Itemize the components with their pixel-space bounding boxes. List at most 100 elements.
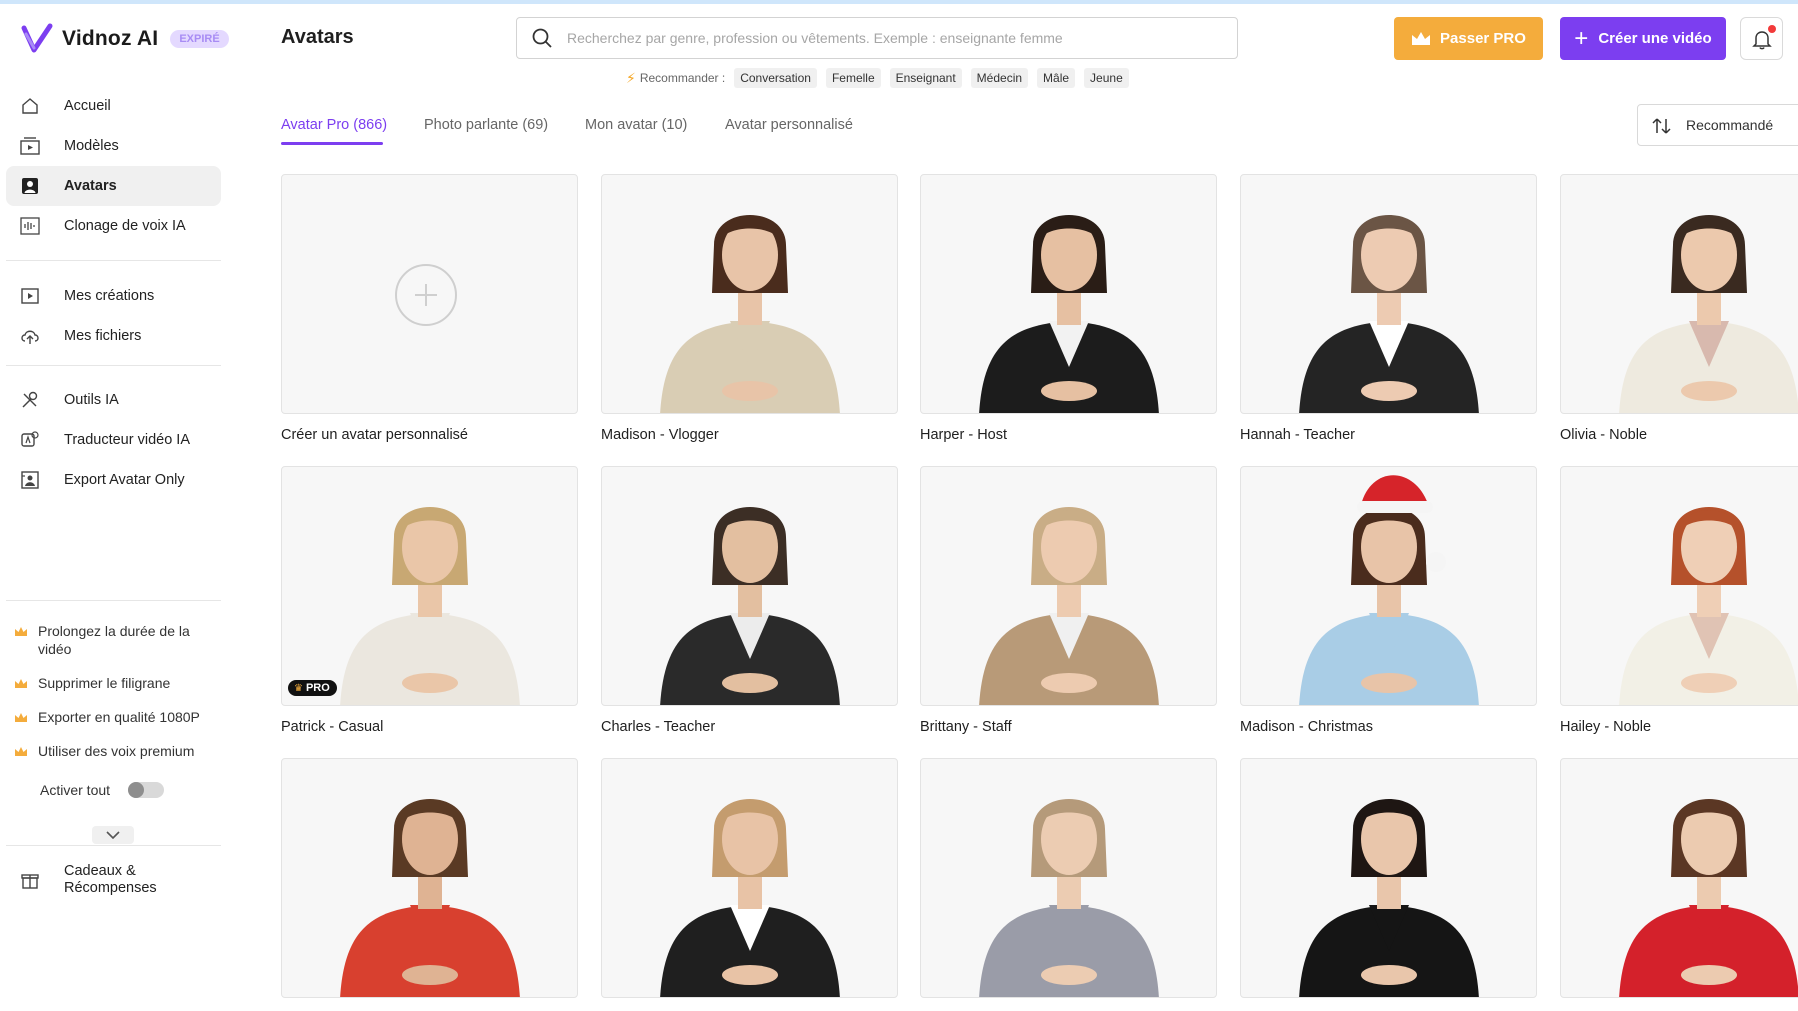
perk-item: Exporter en qualité 1080P xyxy=(14,708,219,728)
sidebar-item-mes-fichiers[interactable]: Mes fichiers xyxy=(6,316,221,356)
avatar-card[interactable] xyxy=(1240,758,1537,1011)
collapse-button[interactable] xyxy=(92,826,134,844)
play-square-icon xyxy=(18,284,42,308)
avatar-card[interactable]: ♛ PRO Patrick - Casual xyxy=(281,466,578,735)
sidebar-item-cadeaux[interactable]: Cadeaux & Récompenses xyxy=(6,856,221,904)
create-video-label: Créer une vidéo xyxy=(1598,30,1712,47)
perk-item: Supprimer le filigrane xyxy=(14,674,219,694)
crown-icon xyxy=(1412,31,1431,45)
avatar-card[interactable]: Olivia - Noble xyxy=(1560,174,1798,443)
perk-label: Utiliser des voix premium xyxy=(38,743,195,759)
crown-icon xyxy=(14,710,28,728)
recommend-row: ⚡ Recommander : Conversation Femelle Ens… xyxy=(626,68,1129,88)
sidebar-item-outils-ia[interactable]: Outils IA xyxy=(6,380,221,420)
avatar-name: Brittany - Staff xyxy=(920,719,1012,735)
brand[interactable]: Vidnoz AI EXPIRÉ xyxy=(20,20,229,58)
avatar-thumbnail[interactable]: ♛ PRO xyxy=(281,466,578,706)
export-avatar-icon xyxy=(18,468,42,492)
avatar-card[interactable] xyxy=(281,758,578,1011)
sort-dropdown[interactable]: Recommandé xyxy=(1637,104,1798,146)
avatar-card[interactable] xyxy=(920,758,1217,1011)
chip-femelle[interactable]: Femelle xyxy=(825,68,881,88)
avatar-card[interactable]: Harper - Host xyxy=(920,174,1217,443)
nav-group-gifts: Cadeaux & Récompenses xyxy=(6,856,221,904)
add-circle-icon xyxy=(395,264,457,326)
avatar-name: Hailey - Noble xyxy=(1560,719,1652,735)
search-bar xyxy=(516,17,1238,59)
avatar-name: Olivia - Noble xyxy=(1560,427,1648,443)
avatar-card[interactable]: Charles - Teacher xyxy=(601,466,898,735)
perk-item: Utiliser des voix premium xyxy=(14,742,219,762)
avatar-card[interactable] xyxy=(601,758,898,1011)
sidebar-divider xyxy=(6,260,221,261)
crown-icon xyxy=(14,676,28,694)
avatar-portrait xyxy=(979,507,1159,705)
notification-dot xyxy=(1768,25,1776,33)
create-avatar-label: Créer un avatar personnalisé xyxy=(281,427,468,443)
avatar-thumbnail[interactable] xyxy=(281,758,578,998)
avatar-thumbnail[interactable] xyxy=(601,174,898,414)
avatar-name: Madison - Christmas xyxy=(1240,719,1373,735)
avatar-thumbnail[interactable] xyxy=(601,466,898,706)
sidebar-item-export-avatar[interactable]: Export Avatar Only xyxy=(6,460,221,500)
avatar-thumbnail[interactable] xyxy=(920,174,1217,414)
sidebar-item-label: Clonage de voix IA xyxy=(64,218,186,234)
tab-mon-avatar[interactable]: Mon avatar (10) xyxy=(585,117,687,133)
activate-all-row: Activer tout xyxy=(40,782,165,798)
recommend-label: Recommander : xyxy=(639,71,726,85)
create-avatar-frame[interactable] xyxy=(281,174,578,414)
perk-label: Exporter en qualité 1080P xyxy=(38,709,200,725)
search-input[interactable] xyxy=(567,26,1217,50)
avatar-thumbnail[interactable] xyxy=(1560,174,1798,414)
avatar-thumbnail[interactable] xyxy=(1240,758,1537,998)
chip-enseignant[interactable]: Enseignant xyxy=(889,68,962,88)
sidebar-item-label: Mes fichiers xyxy=(64,328,142,344)
avatar-thumbnail[interactable] xyxy=(1560,758,1798,998)
tab-avatar-pro[interactable]: Avatar Pro (866) xyxy=(281,117,387,133)
tab-avatar-personnalise[interactable]: Avatar personnalisé xyxy=(725,117,853,133)
avatar-card[interactable]: Hannah - Teacher xyxy=(1240,174,1537,443)
activate-all-toggle[interactable] xyxy=(128,782,165,798)
chip-male[interactable]: Mâle xyxy=(1037,68,1076,88)
sidebar-item-clonage-voix[interactable]: Clonage de voix IA xyxy=(6,206,221,246)
avatar-thumbnail[interactable] xyxy=(920,466,1217,706)
nav-group-tools: Outils IA Traducteur vidéo IA Export Ava… xyxy=(6,380,221,500)
tools-icon xyxy=(18,388,42,412)
avatar-portrait xyxy=(660,799,840,997)
pro-badge-label: PRO xyxy=(305,682,330,694)
avatar-thumbnail[interactable] xyxy=(1560,466,1798,706)
chip-jeune[interactable]: Jeune xyxy=(1084,68,1129,88)
sidebar-divider xyxy=(6,365,221,366)
sidebar-item-traducteur-video[interactable]: Traducteur vidéo IA xyxy=(6,420,221,460)
avatar-card[interactable]: Madison - Vlogger xyxy=(601,174,898,443)
avatar-card[interactable]: Hailey - Noble xyxy=(1560,466,1798,735)
chip-conversation[interactable]: Conversation xyxy=(734,68,817,88)
tab-photo-parlante[interactable]: Photo parlante (69) xyxy=(424,117,548,133)
avatar-thumbnail[interactable] xyxy=(920,758,1217,998)
avatar-name: Madison - Vlogger xyxy=(601,427,719,443)
sidebar-item-avatars[interactable]: Avatars xyxy=(6,166,221,206)
sidebar-item-accueil[interactable]: Accueil xyxy=(6,86,221,126)
plus-icon: + xyxy=(1574,24,1589,52)
search-icon xyxy=(532,28,552,48)
notifications-button[interactable] xyxy=(1740,17,1783,60)
create-avatar-card[interactable]: Créer un avatar personnalisé xyxy=(281,174,578,443)
sidebar-item-mes-creations[interactable]: Mes créations xyxy=(6,276,221,316)
sidebar-item-label: Traducteur vidéo IA xyxy=(64,432,190,448)
lightning-icon: ⚡ xyxy=(626,69,636,86)
avatar-card[interactable]: Madison - Christmas xyxy=(1240,466,1537,735)
avatar-portrait xyxy=(1619,799,1798,997)
avatar-portrait xyxy=(1299,475,1479,705)
create-video-button[interactable]: + Créer une vidéo xyxy=(1560,17,1726,60)
sidebar-item-modeles[interactable]: Modèles xyxy=(6,126,221,166)
chip-medecin[interactable]: Médecin xyxy=(970,68,1029,88)
avatar-portrait xyxy=(1299,215,1479,413)
avatar-card[interactable]: Brittany - Staff xyxy=(920,466,1217,735)
avatar-thumbnail[interactable] xyxy=(601,758,898,998)
brand-name: Vidnoz AI xyxy=(62,27,159,50)
home-icon xyxy=(18,94,42,118)
avatar-thumbnail[interactable] xyxy=(1240,174,1537,414)
upgrade-pro-button[interactable]: Passer PRO xyxy=(1394,17,1543,60)
avatar-card[interactable] xyxy=(1560,758,1798,1011)
avatar-thumbnail[interactable] xyxy=(1240,466,1537,706)
